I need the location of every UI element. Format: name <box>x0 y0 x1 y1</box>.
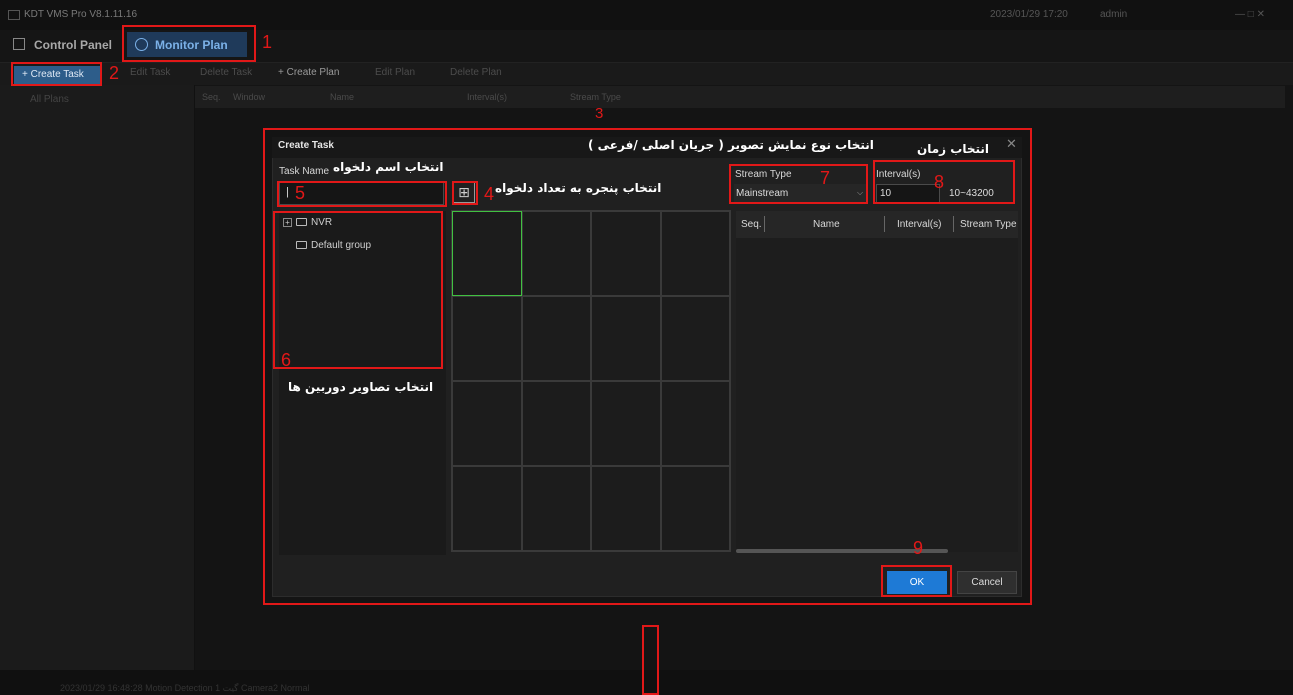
control-panel-icon <box>13 38 25 50</box>
edit-plan-button[interactable]: Edit Plan <box>375 67 415 78</box>
plan-sidebar <box>0 85 195 670</box>
window-controls[interactable]: — □ ✕ <box>1235 9 1265 20</box>
annotation-box <box>452 181 478 205</box>
annotation-number: 3 <box>595 105 604 122</box>
app-logo-icon <box>8 10 20 20</box>
annotation-interval: انتخاب زمان <box>917 142 989 156</box>
column-header: Stream Type <box>570 92 621 102</box>
annotation-number: 4 <box>484 184 495 204</box>
annotation-box <box>273 211 443 369</box>
status-text: 2023/01/29 16:48:28 Motion Detection 1 گ… <box>60 683 310 693</box>
annotation-number: 5 <box>295 183 306 203</box>
annotation-number: 7 <box>820 168 831 188</box>
column-header: Name <box>330 92 355 102</box>
annotation-number: 9 <box>913 538 924 558</box>
annotation-number: 1 <box>262 32 273 52</box>
datetime: 2023/01/29 17:20 <box>990 9 1068 20</box>
annotation-stream-type: انتخاب نوع نمایش تصویر ( جریان اصلی /فرع… <box>588 138 874 152</box>
column-header: Window <box>233 92 266 102</box>
task-table-header <box>195 86 1285 108</box>
annotation-window-split: انتخاب پنجره به تعداد دلخواه <box>495 181 662 195</box>
annotation-number: 6 <box>281 350 292 370</box>
toolbar <box>0 63 1293 85</box>
annotation-cameras: انتخاب تصاویر دوربین ها <box>288 380 434 394</box>
annotation-number: 8 <box>934 172 945 192</box>
create-plan-button[interactable]: + Create Plan <box>278 67 339 78</box>
user-name[interactable]: admin <box>1100 9 1127 20</box>
annotation-number: 2 <box>109 63 120 83</box>
sidebar-item-all-plans[interactable]: All Plans <box>30 94 69 105</box>
edit-task-button[interactable]: Edit Task <box>130 67 170 78</box>
delete-plan-button[interactable]: Delete Plan <box>450 67 502 78</box>
annotation-box <box>122 25 256 62</box>
annotation-box <box>642 625 659 695</box>
annotation-box <box>11 62 102 86</box>
column-header: Interval(s) <box>467 92 508 102</box>
annotation-task-name: انتخاب اسم دلخواه <box>333 160 444 174</box>
annotation-box <box>729 164 868 204</box>
annotation-box <box>881 565 952 597</box>
delete-task-button[interactable]: Delete Task <box>200 67 252 78</box>
tab-control-panel[interactable]: Control Panel <box>34 38 112 52</box>
column-header: Seq. <box>202 92 221 102</box>
app-title: KDT VMS Pro V8.1.11.16 <box>24 9 138 20</box>
